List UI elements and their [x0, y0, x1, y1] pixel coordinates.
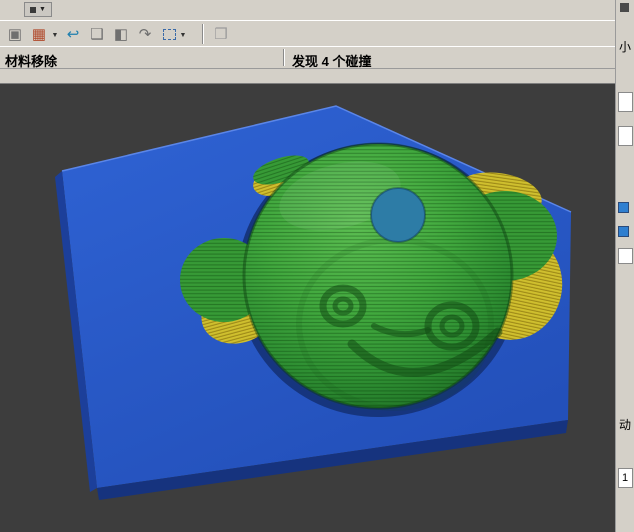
viewport-3d[interactable]: [0, 84, 615, 532]
reset-button[interactable]: ↩: [62, 23, 84, 45]
display-options-button[interactable]: ▣: [4, 23, 26, 45]
toolbar-separator: [202, 24, 204, 44]
panel-checkbox-2[interactable]: [618, 226, 629, 237]
compare-dropdown[interactable]: ▼: [50, 30, 60, 40]
mode-label: 材料移除: [5, 54, 58, 69]
selection-box-dropdown[interactable]: ▼: [178, 30, 188, 40]
selection-marquee-icon: [162, 28, 176, 40]
panel-field-4[interactable]: 1: [618, 468, 633, 488]
display-options-icon: ▣: [7, 25, 23, 43]
toolbar-row-top: ▼: [0, 0, 615, 20]
chevron-down-icon: ▼: [51, 31, 59, 39]
panel-label-fragment-mid: 动: [619, 418, 632, 432]
selection-box-button[interactable]: [158, 23, 180, 45]
solid-box-icon: ❒: [214, 25, 228, 43]
panel-checkbox-1[interactable]: [618, 202, 629, 213]
chevron-down-icon: ▼: [179, 31, 187, 39]
panel-icon: [620, 3, 629, 12]
chevron-down-icon: ▼: [39, 6, 46, 13]
simulation-statusbar: 材料移除 发现 4 个碰撞: [0, 46, 615, 69]
toolbar-overflow-button[interactable]: ▼: [24, 2, 52, 17]
simulation-scene: [0, 84, 615, 532]
analyze-icon: ↷: [138, 25, 152, 43]
statusbar-separator: [283, 49, 285, 66]
viewport-header-strip: [0, 69, 615, 84]
right-panel: 小 动 1: [615, 0, 634, 532]
panel-value-fragment: 1: [622, 472, 629, 484]
panel-field-1[interactable]: [618, 92, 633, 112]
reset-arrow-icon: ↩: [66, 25, 80, 43]
panel-label-fragment-top: 小: [619, 40, 632, 54]
panel-field-2[interactable]: [618, 126, 633, 146]
collision-message: 发现 4 个碰撞: [292, 54, 372, 69]
toolbar-overflow-icon: [30, 6, 37, 13]
facet-bodies-button[interactable]: ❑: [86, 23, 108, 45]
create-stock-icon: ◧: [113, 25, 129, 43]
flat-hole: [370, 187, 426, 243]
analyze-button[interactable]: ↷: [134, 23, 156, 45]
application-window: ▼ ▣ ▦ ▼ ↩ ❑ ◧ ↷ ▼ ❒ 材料移除 发现 4 个碰撞 小 动 1: [0, 0, 634, 532]
compare-icon: ▦: [31, 25, 47, 43]
simulation-toolbar: ▣ ▦ ▼ ↩ ❑ ◧ ↷ ▼ ❒: [0, 20, 615, 46]
create-stock-button[interactable]: ◧: [110, 23, 132, 45]
solid-box-button[interactable]: ❒: [210, 23, 232, 45]
panel-field-3[interactable]: [618, 248, 633, 264]
compare-button[interactable]: ▦: [28, 23, 50, 45]
facet-bodies-icon: ❑: [90, 25, 104, 43]
